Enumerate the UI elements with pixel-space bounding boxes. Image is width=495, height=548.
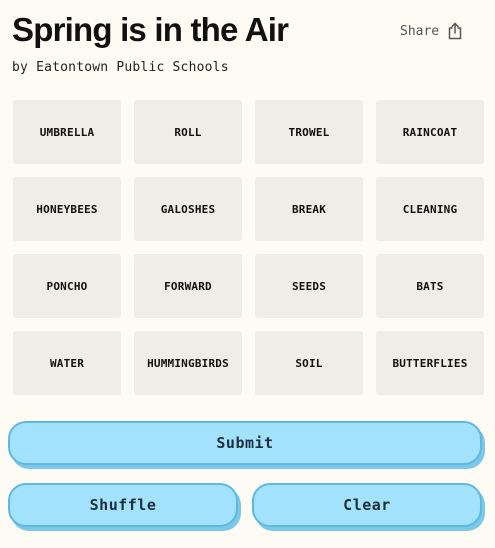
word-tile[interactable]: BREAK [255, 177, 363, 241]
word-tile[interactable]: PONCHO [13, 254, 121, 318]
word-tile[interactable]: BUTTERFLIES [376, 331, 484, 395]
word-tile[interactable]: WATER [13, 331, 121, 395]
share-label: Share [400, 23, 440, 39]
word-tile[interactable]: UMBRELLA [13, 100, 121, 164]
share-button[interactable]: Share [400, 22, 463, 40]
word-tile[interactable]: HUMMINGBIRDS [134, 331, 242, 395]
word-tile[interactable]: GALOSHES [134, 177, 242, 241]
share-icon [448, 22, 462, 40]
word-tile[interactable]: ROLL [134, 100, 242, 164]
word-tile[interactable]: RAINCOAT [376, 100, 484, 164]
word-tile[interactable]: FORWARD [134, 254, 242, 318]
word-tile[interactable]: SEEDS [255, 254, 363, 318]
submit-button[interactable]: Submit [8, 421, 482, 465]
word-tile[interactable]: BATS [376, 254, 484, 318]
word-tile[interactable]: SOIL [255, 331, 363, 395]
word-grid: UMBRELLA ROLL TROWEL RAINCOAT HONEYBEES … [13, 100, 484, 395]
clear-button[interactable]: Clear [252, 483, 482, 527]
puzzle-title: Spring is in the Air [12, 11, 289, 48]
puzzle-byline: by Eatontown Public Schools [12, 60, 229, 75]
word-tile[interactable]: HONEYBEES [13, 177, 121, 241]
word-tile[interactable]: TROWEL [255, 100, 363, 164]
shuffle-button[interactable]: Shuffle [8, 483, 238, 527]
word-tile[interactable]: CLEANING [376, 177, 484, 241]
